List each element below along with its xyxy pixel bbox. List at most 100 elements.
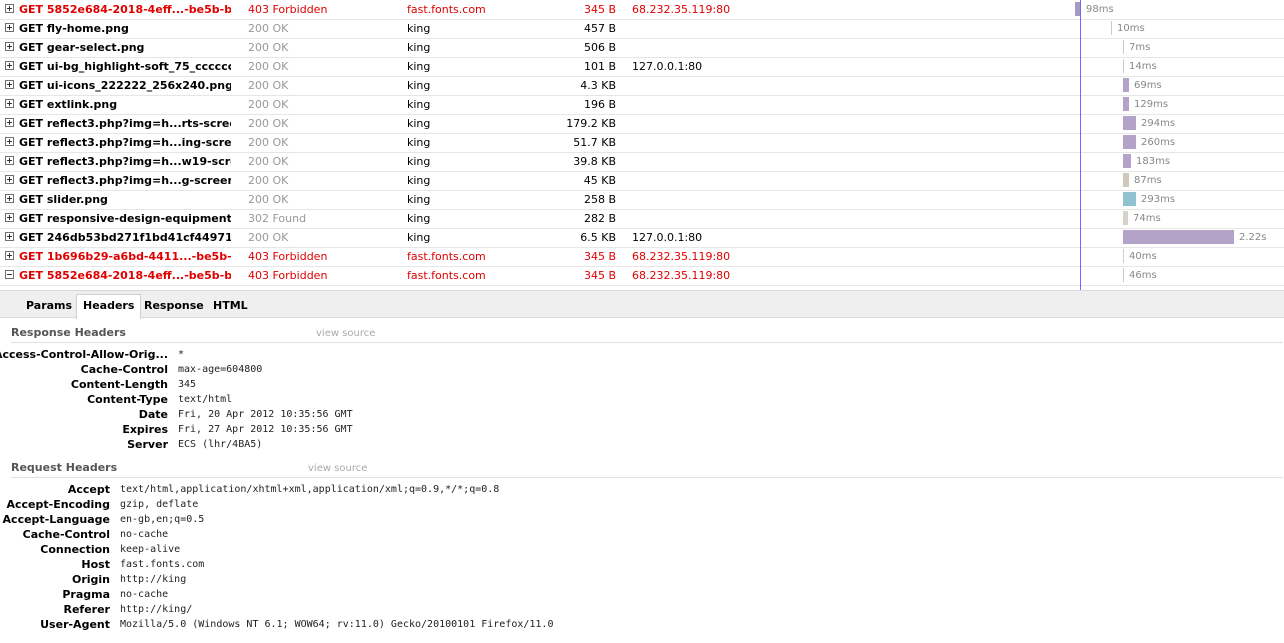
request-time: 7ms [1129,42,1151,53]
request-url: GET 1b696b29-a6bd-4411...-be5b-b8c [19,250,231,263]
request-row[interactable]: GET reflect3.php?img=h...g-screensho 200 … [0,171,1284,191]
expand-toggle-icon[interactable] [5,213,14,222]
request-row[interactable]: GET 1b696b29-a6bd-4411...-be5b-b8c 403 Fo… [0,247,1284,267]
timeline-bar [1123,116,1136,130]
tab-html[interactable]: HTML [207,295,254,318]
expand-toggle-icon[interactable] [5,42,14,51]
tab-response[interactable]: Response [138,295,210,318]
request-domain: king [407,22,431,35]
request-status: 403 Forbidden [248,250,328,263]
request-time: 46ms [1129,270,1157,281]
request-domain: king [407,231,431,244]
request-remote-ip: 127.0.0.1:80 [632,231,703,244]
expand-toggle-icon[interactable] [5,80,14,89]
expand-toggle-icon[interactable] [5,137,14,146]
request-size: 282 B [583,212,616,225]
request-url: GET reflect3.php?img=h...ing-screens [19,136,231,149]
request-domain: king [407,136,431,149]
expand-toggle-icon[interactable] [5,23,14,32]
request-size: 345 B [583,269,616,282]
request-url: GET responsive-design-equipment.pn [19,212,231,225]
expand-toggle-icon[interactable] [5,156,14,165]
header-name: Server [127,438,168,451]
request-row[interactable]: GET reflect3.php?img=h...rts-screens 200 … [0,114,1284,134]
timeline-bar [1123,230,1234,244]
timeline-bar [1123,40,1124,54]
expand-toggle-icon[interactable] [5,194,14,203]
request-url: GET 5852e684-2018-4eff...-be5b-b8cf [19,3,231,16]
request-row[interactable]: GET extlink.png 200 OK king 196 B 129ms [0,95,1284,115]
request-row[interactable]: GET ui-bg_highlight-soft_75_cccccc_1 200 … [0,57,1284,77]
request-url: GET 5852e684-2018-4eff...-be5b-b8cf [19,269,231,282]
header-value: Mozilla/5.0 (Windows NT 6.1; WOW64; rv:1… [120,619,554,630]
expand-toggle-icon[interactable] [5,4,14,13]
header-name: Pragma [62,588,110,601]
timeline-bar [1123,173,1129,187]
request-url: GET ui-bg_highlight-soft_75_cccccc_1 [19,60,231,73]
expand-toggle-icon[interactable] [5,99,14,108]
request-status: 200 OK [248,79,289,92]
timeline-bar [1123,192,1136,206]
header-value: en-gb,en;q=0.5 [120,514,205,525]
expand-toggle-icon[interactable] [5,61,14,70]
request-domain: king [407,117,431,130]
request-url: GET reflect3.php?img=h...rts-screens [19,117,231,130]
request-size: 506 B [583,41,616,54]
request-row[interactable]: GET 5852e684-2018-4eff...-be5b-b8cf 403 F… [0,0,1284,20]
request-status: 302 Found [248,212,307,225]
header-name: User-Agent [40,618,110,631]
request-url: GET 246db53bd271f1bd41cf44971065 [19,231,231,244]
request-view-source-link[interactable]: view source [308,463,367,474]
request-row[interactable]: GET reflect3.php?img=h...ing-screens 200 … [0,133,1284,153]
response-view-source-link[interactable]: view source [316,328,375,339]
expand-toggle-icon[interactable] [5,232,14,241]
header-value: max-age=604800 [178,364,263,375]
timeline-bar [1111,21,1112,35]
request-row[interactable]: GET reflect3.php?img=h...w19-screen 200 O… [0,152,1284,172]
header-value: * [178,349,185,360]
tab-params[interactable]: Params [20,295,78,318]
request-status: 200 OK [248,231,289,244]
header-value: gzip, deflate [120,499,199,510]
request-domain: fast.fonts.com [407,3,486,16]
request-time: 2.22s [1239,232,1267,243]
request-size: 51.7 KB [573,136,616,149]
expand-toggle-icon[interactable] [5,118,14,127]
request-row[interactable]: GET 246db53bd271f1bd41cf44971065 200 OK ki… [0,228,1284,248]
header-name: Cache-Control [80,363,168,376]
request-size: 345 B [583,3,616,16]
request-domain: king [407,41,431,54]
timeline-bar [1123,78,1129,92]
expand-toggle-icon[interactable] [5,251,14,260]
request-row[interactable]: GET slider.png 200 OK king 258 B 293ms [0,190,1284,210]
header-name: Content-Type [87,393,168,406]
request-row[interactable]: GET gear-select.png 200 OK king 506 B 7ms [0,38,1284,58]
request-size: 6.5 KB [580,231,616,244]
header-value: 345 [178,379,197,390]
request-remote-ip: 68.232.35.119:80 [632,3,731,16]
request-row[interactable]: GET responsive-design-equipment.pn 302 Fo… [0,209,1284,229]
request-url: GET reflect3.php?img=h...w19-screen [19,155,231,168]
request-url: GET fly-home.png [19,22,129,35]
request-status: 200 OK [248,41,289,54]
request-size: 196 B [583,98,616,111]
request-remote-ip: 68.232.35.119:80 [632,269,731,282]
request-row[interactable]: GET 5852e684-2018-4eff...-be5b-b8cf 403 F… [0,266,1284,286]
request-domain: king [407,79,431,92]
request-size: 4.3 KB [580,79,616,92]
expand-toggle-icon[interactable] [5,175,14,184]
request-row[interactable]: GET ui-icons_222222_256x240.png 200 OK kin… [0,76,1284,96]
header-value: fast.fonts.com [120,559,205,570]
request-row[interactable]: GET fly-home.png 200 OK king 457 B 10ms [0,19,1284,39]
request-size: 45 KB [583,174,616,187]
request-domain: king [407,155,431,168]
tab-headers[interactable]: Headers [76,294,142,319]
request-remote-ip: 127.0.0.1:80 [632,60,703,73]
collapse-toggle-icon[interactable] [5,270,14,279]
request-size: 345 B [583,250,616,263]
request-status: 200 OK [248,193,289,206]
request-status: 403 Forbidden [248,269,328,282]
request-status: 200 OK [248,60,289,73]
request-size: 39.8 KB [573,155,616,168]
request-headers-divider [11,477,1283,478]
